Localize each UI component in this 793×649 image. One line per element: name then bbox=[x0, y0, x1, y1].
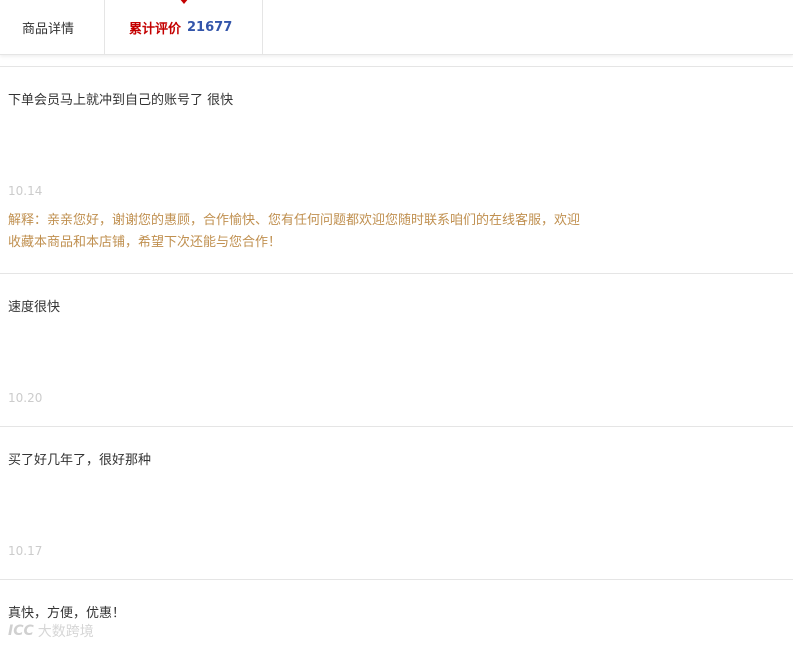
seller-reply: 解释：亲亲您好，谢谢您的惠顾，合作愉快、您有任何问题都欢迎您随时联系咱们的在线客… bbox=[8, 213, 581, 250]
review-date: 10.20 bbox=[8, 391, 43, 405]
tab-cumulative-reviews-label: 累计评价 bbox=[129, 21, 182, 37]
review-text: 真快，方便，优惠！ bbox=[8, 606, 126, 621]
review-date: 10.17 bbox=[8, 544, 43, 558]
review-text: 买了好几年了，很好那种 bbox=[8, 453, 152, 468]
review-text: 速度很快 bbox=[8, 300, 61, 315]
review-item: 买了好几年了，很好那种 10.17 bbox=[0, 427, 793, 580]
review-item: 下单会员马上就冲到自己的账号了 很快 10.14 解释：亲亲您好，谢谢您的惠顾，… bbox=[0, 67, 793, 274]
review-item: 真快，方便，优惠！ bbox=[0, 580, 793, 649]
review-text: 下单会员马上就冲到自己的账号了 很快 bbox=[8, 93, 234, 108]
tab-cumulative-reviews[interactable]: 累计评价 21677 bbox=[105, 0, 263, 54]
tab-product-details-label: 商品详情 bbox=[22, 21, 75, 37]
review-count: 21677 bbox=[187, 19, 233, 35]
tab-bar: 商品详情 累计评价 21677 bbox=[0, 0, 793, 55]
watermark-logo-icon: ICC bbox=[8, 623, 34, 639]
active-tab-indicator-icon bbox=[179, 0, 189, 4]
review-date: 10.14 bbox=[8, 184, 43, 198]
tab-product-details[interactable]: 商品详情 bbox=[0, 0, 105, 54]
review-item: 速度很快 10.20 bbox=[0, 274, 793, 427]
watermark: ICC 大数跨境 bbox=[8, 621, 94, 641]
review-list: 下单会员马上就冲到自己的账号了 很快 10.14 解释：亲亲您好，谢谢您的惠顾，… bbox=[0, 66, 793, 649]
watermark-text: 大数跨境 bbox=[37, 624, 94, 640]
